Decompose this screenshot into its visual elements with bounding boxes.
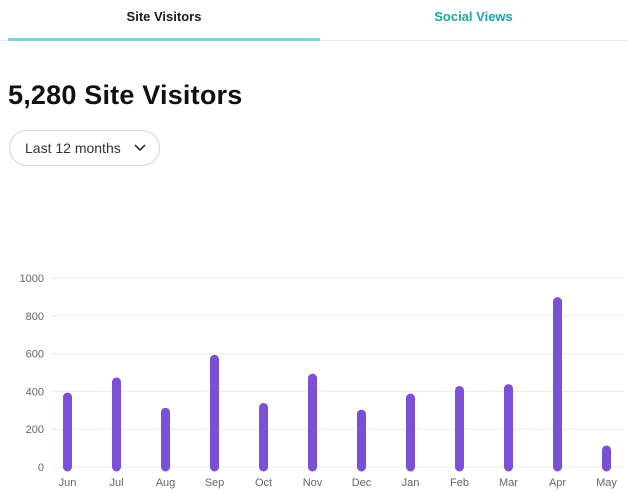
tab-social-views[interactable]: Social Views bbox=[320, 0, 627, 38]
y-tick-label: 200 bbox=[26, 424, 44, 436]
date-range-label: Last 12 months bbox=[25, 140, 121, 156]
y-tick-label: 1000 bbox=[20, 273, 44, 285]
x-tick-label: Mar bbox=[499, 477, 518, 489]
x-tick-label: Nov bbox=[303, 477, 323, 489]
x-tick-label: Dec bbox=[352, 477, 372, 489]
x-tick-label: Apr bbox=[549, 477, 566, 489]
y-tick-label: 400 bbox=[26, 386, 44, 398]
x-tick-label: Jan bbox=[402, 477, 420, 489]
tab-site-visitors[interactable]: Site Visitors bbox=[8, 0, 320, 41]
chevron-down-icon bbox=[134, 144, 146, 152]
x-tick-label: Jul bbox=[109, 477, 123, 489]
x-tick-label: Oct bbox=[255, 477, 272, 489]
x-tick-label: May bbox=[596, 477, 617, 489]
y-tick-label: 600 bbox=[26, 349, 44, 361]
x-tick-label: Jun bbox=[59, 477, 77, 489]
y-tick-label: 800 bbox=[26, 311, 44, 323]
x-tick-label: Sep bbox=[205, 477, 225, 489]
page-title: 5,280 Site Visitors bbox=[8, 80, 243, 110]
site-visitors-chart: 0 200 400 600 800 1000 Jun Jul Aug Sep Oct Nov Dec Ja… bbox=[20, 273, 624, 489]
tab-bar: Site Visitors Social Views bbox=[0, 0, 627, 41]
y-tick-label: 0 bbox=[38, 462, 44, 474]
x-tick-label: Feb bbox=[450, 477, 469, 489]
x-tick-label: Aug bbox=[156, 477, 176, 489]
date-range-dropdown[interactable]: Last 12 months bbox=[9, 130, 160, 166]
